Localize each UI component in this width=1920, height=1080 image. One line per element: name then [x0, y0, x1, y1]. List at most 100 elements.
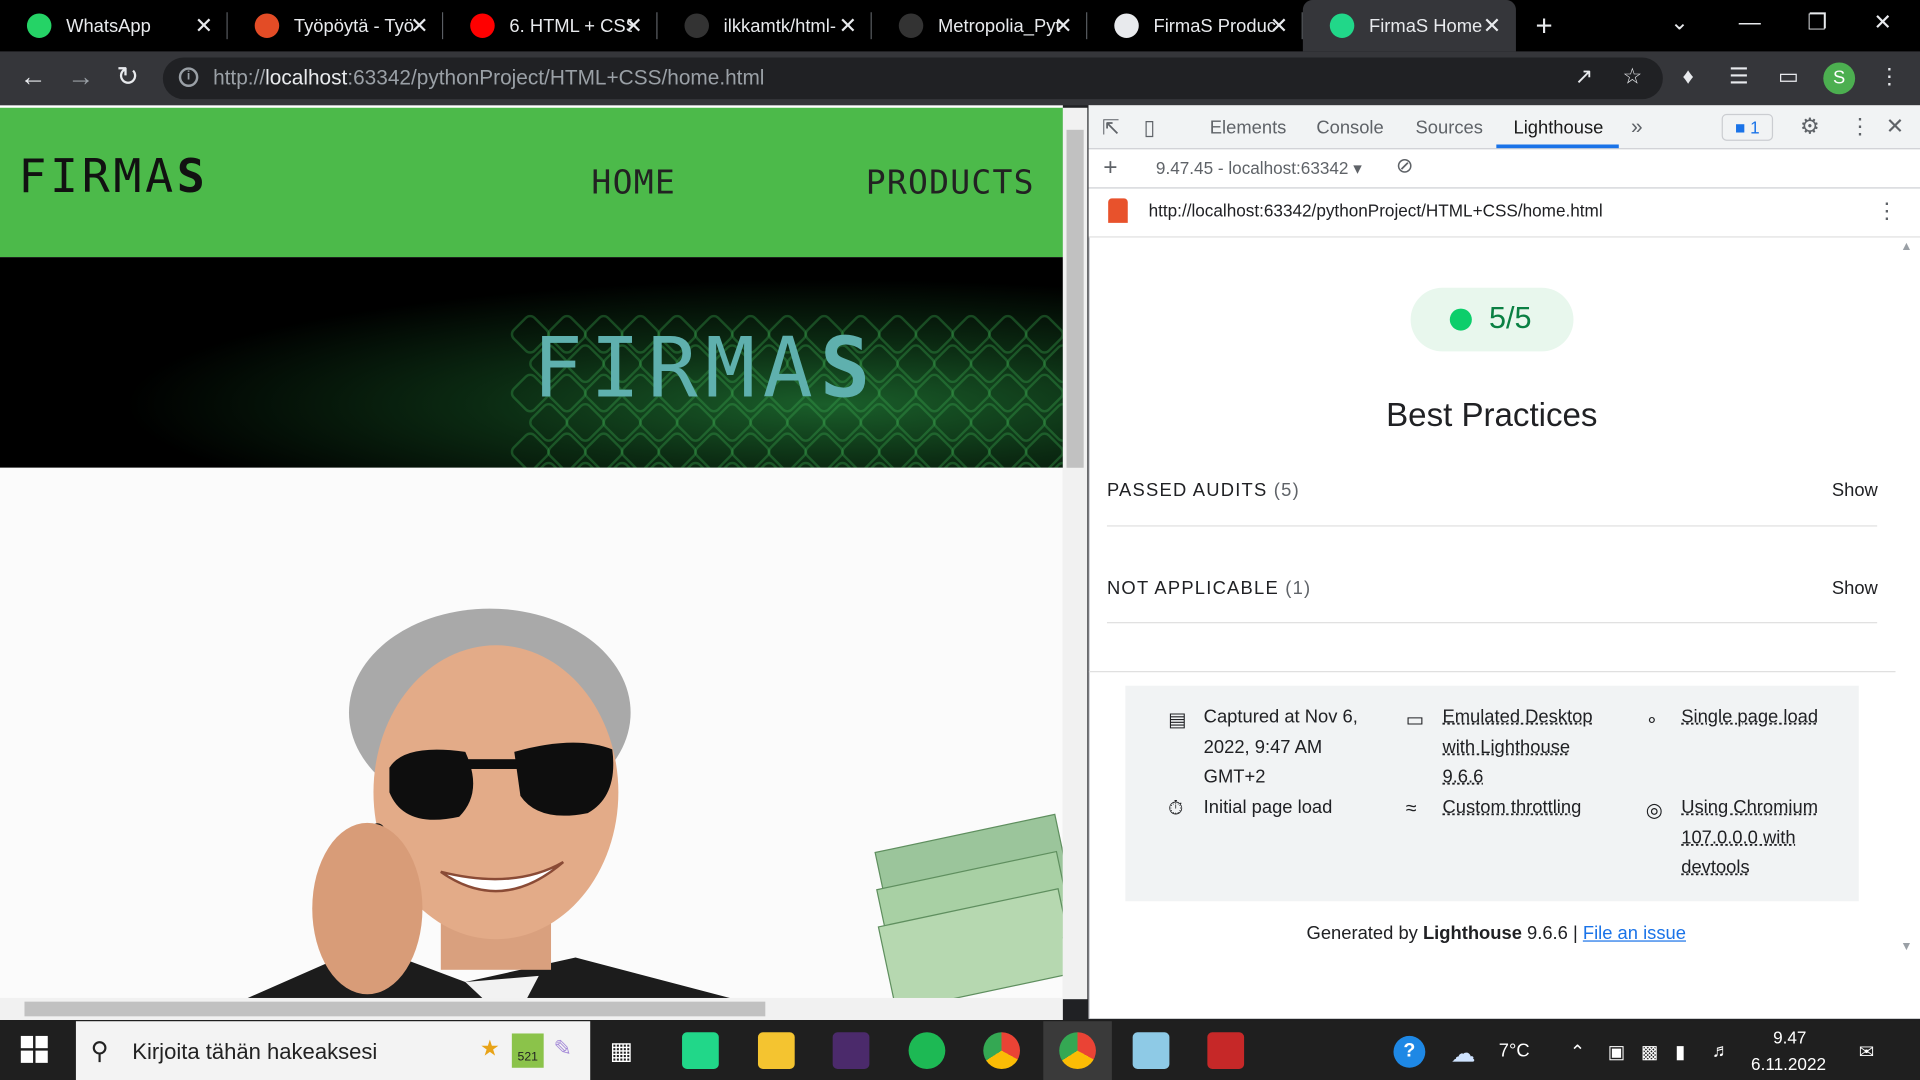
volume-icon[interactable]: ♬ [1712, 1041, 1730, 1062]
chromium-version[interactable]: Using Chromium 107.0.0.0 with devtools [1681, 793, 1818, 883]
menu-icon[interactable]: ⋮ [1878, 64, 1900, 90]
close-tab-icon[interactable]: ✕ [410, 13, 428, 39]
share-icon[interactable]: ↗ [1575, 64, 1593, 90]
emulated-line: Emulated Desktop [1442, 706, 1593, 728]
devtools-menu-icon[interactable]: ⋮ [1849, 114, 1871, 140]
device-toolbar-icon[interactable]: ▯ [1144, 116, 1155, 140]
scroll-up-icon[interactable]: ▲ [1900, 240, 1912, 253]
report-select[interactable]: 9.47.45 - localhost:63342 ▾ [1156, 158, 1362, 179]
devtools-tab-sources[interactable]: Sources [1416, 118, 1483, 139]
passed-audits-heading[interactable]: PASSED AUDITS (5) [1107, 480, 1300, 501]
close-tab-icon[interactable]: ✕ [1483, 13, 1501, 39]
devtools-tab-elements[interactable]: Elements [1210, 118, 1287, 139]
notifications-icon[interactable]: ✉ [1859, 1041, 1874, 1063]
close-window-icon[interactable]: ✕ [1873, 10, 1891, 36]
temperature[interactable]: 7°C [1499, 1041, 1530, 1062]
url-prefix: http:// [213, 66, 266, 90]
close-tab-icon[interactable]: ✕ [624, 13, 642, 39]
show-not-applicable-button[interactable]: Show [1832, 578, 1878, 599]
clear-reports-icon[interactable]: ⊘ [1396, 154, 1413, 178]
inspect-element-icon[interactable]: ⇱ [1102, 116, 1119, 140]
more-tabs-icon[interactable]: » [1631, 115, 1643, 139]
passed-audits-label: PASSED AUDITS [1106, 480, 1268, 501]
new-tab-button[interactable]: + [1536, 10, 1553, 44]
custom-throttling[interactable]: Custom throttling [1442, 793, 1581, 823]
spotify-icon[interactable] [908, 1032, 946, 1069]
site-logo[interactable]: FIRMAS [18, 149, 208, 203]
browser-tab[interactable]: WhatsApp ✕ [0, 0, 228, 51]
browser-tab-label: Työpöytä - Työ [293, 15, 415, 37]
reload-icon[interactable]: ↻ [116, 61, 139, 93]
back-icon[interactable]: ← [20, 61, 47, 93]
browser-tab[interactable]: Työpöytä - Työ ✕ [228, 0, 444, 51]
weather-cloud-icon[interactable]: ☁ [1451, 1038, 1475, 1069]
clock-time[interactable]: 9.47 [1773, 1027, 1806, 1047]
meet-icon[interactable]: ▣ [1608, 1041, 1625, 1063]
close-devtools-icon[interactable]: ✕ [1886, 114, 1904, 140]
taskbar-search-placeholder[interactable]: Kirjoita tähän hakeaksesi [132, 1040, 377, 1066]
restore-icon[interactable]: ❐ [1807, 10, 1827, 36]
issues-icon: ■ [1735, 117, 1751, 138]
close-tab-icon[interactable]: ✕ [1270, 13, 1288, 39]
businessman-photo [0, 467, 1063, 1000]
not-applicable-heading[interactable]: NOT APPLICABLE (1) [1107, 578, 1311, 599]
github-icon [684, 13, 709, 38]
report-url[interactable]: http://localhost:63342/pythonProject/HTM… [1149, 201, 1603, 221]
settings-gear-icon[interactable]: ⚙ [1800, 114, 1820, 140]
close-tab-icon[interactable]: ✕ [839, 13, 857, 39]
issues-badge[interactable]: ■ 1 [1721, 113, 1774, 141]
file-explorer-icon[interactable] [757, 1032, 795, 1069]
new-report-icon[interactable]: + [1103, 154, 1117, 182]
windows-start-icon[interactable] [20, 1035, 48, 1063]
help-icon[interactable]: ? [1393, 1035, 1426, 1068]
file-issue-link[interactable]: File an issue [1583, 923, 1686, 944]
media-icon[interactable]: ☰ [1729, 64, 1749, 90]
chrome-profile-icon[interactable] [1059, 1032, 1096, 1069]
browser-tab[interactable]: FirmaS Product ✕ [1087, 0, 1303, 51]
url-text[interactable]: http://localhost:63342/pythonProject/HTM… [213, 66, 764, 90]
chromium-icon: ◎ [1645, 800, 1663, 822]
nav-home-link[interactable]: HOME [591, 164, 676, 202]
scroll-down-icon[interactable]: ▼ [1900, 940, 1912, 953]
emulated-desktop[interactable]: Emulated Desktop with Lighthouse 9.6.6 [1442, 703, 1592, 793]
browser-tab[interactable]: Metropolia_Pyt ✕ [872, 0, 1088, 51]
side-panel-icon[interactable]: ▭ [1778, 64, 1799, 90]
clock-date[interactable]: 6.11.2022 [1751, 1054, 1826, 1074]
tab-search-icon[interactable]: ⌄ [1670, 10, 1688, 36]
report-menu-icon[interactable]: ⋮ [1876, 198, 1898, 224]
devtools-tab-console[interactable]: Console [1316, 118, 1383, 139]
browser-tab[interactable]: FirmaS Home ✕ [1302, 0, 1516, 52]
calendar-icon: ▤ [1168, 710, 1187, 732]
page-horizontal-scroll-thumb[interactable] [24, 1001, 766, 1017]
chrome-icon[interactable] [983, 1032, 1021, 1069]
nav-products-link[interactable]: PRODUCTS [866, 164, 1035, 202]
site-info-icon[interactable]: i [178, 67, 199, 87]
app-taskbar-icon[interactable] [1132, 1032, 1170, 1069]
browser-tab-label: WhatsApp [66, 15, 151, 37]
display-icon[interactable]: ▩ [1641, 1041, 1658, 1063]
browser-tab[interactable]: 6. HTML + CSS ✕ [443, 0, 658, 51]
browser-tab-label: FirmaS Product [1153, 15, 1276, 37]
show-passed-button[interactable]: Show [1832, 480, 1878, 501]
start-tile [20, 1035, 34, 1049]
footer-brand: Lighthouse [1422, 923, 1522, 945]
bookmark-star-icon[interactable]: ☆ [1622, 64, 1642, 90]
filezilla-icon[interactable] [1207, 1032, 1245, 1069]
task-view-icon[interactable]: ▦ [610, 1036, 633, 1067]
browser-tab[interactable]: ilkkamtk/html- ✕ [658, 0, 872, 51]
pycharm-taskbar-icon[interactable] [682, 1032, 719, 1069]
devtools-tab-lighthouse[interactable]: Lighthouse [1513, 118, 1603, 139]
page-vertical-scroll-thumb[interactable] [1066, 129, 1084, 468]
minimize-icon[interactable]: — [1739, 10, 1761, 36]
extensions-icon[interactable]: ♦ [1682, 64, 1693, 90]
close-tab-icon[interactable]: ✕ [195, 13, 213, 39]
whatsapp-icon [26, 13, 52, 38]
devtools-scrollbar[interactable] [1897, 240, 1916, 963]
profile-avatar[interactable]: S [1823, 62, 1856, 95]
forward-icon[interactable]: → [67, 61, 94, 93]
close-tab-icon[interactable]: ✕ [1054, 13, 1072, 39]
show-hidden-icons[interactable]: ⌃ [1570, 1041, 1585, 1063]
single-page-load[interactable]: Single page load [1681, 703, 1818, 733]
app-taskbar-icon[interactable] [832, 1032, 870, 1069]
battery-icon[interactable]: ▮ [1675, 1041, 1685, 1063]
